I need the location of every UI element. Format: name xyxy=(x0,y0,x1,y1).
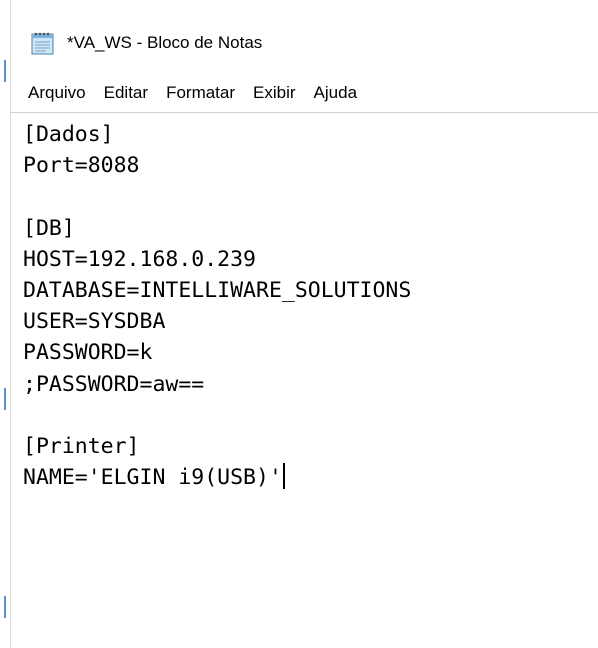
menu-ajuda[interactable]: Ajuda xyxy=(307,79,364,107)
notepad-window: *VA_WS - Bloco de Notas Arquivo Editar F… xyxy=(0,0,598,648)
editor-line: USER=SYSDBA xyxy=(23,309,166,335)
edge-mark xyxy=(4,388,6,410)
window-title: *VA_WS - Bloco de Notas xyxy=(67,33,263,52)
text-caret xyxy=(282,463,285,490)
editor-line: DATABASE=INTELLIWARE_SOLUTIONS xyxy=(23,277,412,303)
menu-bar: Arquivo Editar Formatar Exibir Ajuda xyxy=(11,76,591,110)
editor-line: [DB] xyxy=(23,215,75,241)
editor-line: ;PASSWORD=aw== xyxy=(23,371,205,397)
notepad-icon xyxy=(29,30,57,56)
window-left-edge xyxy=(0,0,11,648)
menu-editar[interactable]: Editar xyxy=(97,79,155,107)
editor-line-text: NAME='ELGIN i9(USB)' xyxy=(23,465,282,491)
edge-mark xyxy=(4,596,6,618)
editor-line: Port=8088 xyxy=(23,153,140,179)
menu-exibir[interactable]: Exibir xyxy=(246,79,303,107)
editor-line: HOST=192.168.0.239 xyxy=(23,246,256,272)
editor-line: [Dados] xyxy=(23,122,114,147)
title-bar[interactable]: *VA_WS - Bloco de Notas xyxy=(11,18,591,68)
text-editor[interactable]: [Dados] Port=8088 [DB] HOST=192.168.0.23… xyxy=(11,112,598,648)
editor-line-caret: NAME='ELGIN i9(USB)' xyxy=(23,462,598,493)
menu-formatar[interactable]: Formatar xyxy=(159,79,242,107)
editor-line: PASSWORD=k xyxy=(23,340,153,366)
menu-arquivo[interactable]: Arquivo xyxy=(21,79,93,107)
edge-mark xyxy=(4,60,6,82)
editor-line: [Printer] xyxy=(23,433,140,459)
